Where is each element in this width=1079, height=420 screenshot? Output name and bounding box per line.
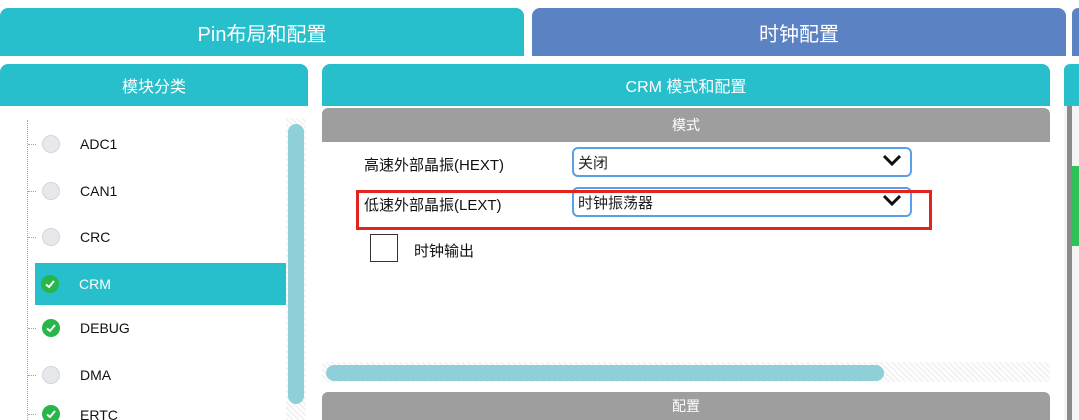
- tree-item-crc[interactable]: CRC: [28, 216, 286, 258]
- clock-output-label: 时钟输出: [414, 243, 475, 260]
- status-inactive-icon: [42, 228, 60, 246]
- hext-select-value: 关闭: [578, 154, 609, 172]
- status-inactive-icon: [42, 135, 60, 153]
- check-icon: [42, 405, 60, 420]
- status-inactive-icon: [42, 182, 60, 200]
- crm-panel-header: CRM 模式和配置: [322, 64, 1050, 106]
- tree-item-label: CRC: [80, 229, 111, 245]
- crm-panel-title: CRM 模式和配置: [625, 79, 747, 96]
- left-scrollbar-thumb[interactable]: [288, 124, 304, 404]
- config-section-title: 配置: [672, 398, 700, 414]
- tree-item-label: ERTC: [80, 407, 118, 420]
- status-inactive-icon: [42, 366, 60, 384]
- tree-item-adc1[interactable]: ADC1: [28, 123, 286, 165]
- check-icon: [41, 275, 59, 293]
- hext-label: 高速外部晶振(HEXT): [364, 157, 504, 174]
- tree-item-label: DEBUG: [80, 320, 130, 336]
- module-category-title: 模块分类: [121, 79, 186, 96]
- tree-connector: [28, 374, 36, 376]
- tree-connector: [28, 143, 36, 145]
- tree-item-label: ADC1: [80, 136, 118, 152]
- tree-item-label: DMA: [80, 367, 112, 383]
- tree-connector: [28, 236, 36, 238]
- tree-item-debug[interactable]: DEBUG: [28, 307, 286, 349]
- tree-item-crm[interactable]: CRM: [35, 263, 286, 305]
- tree-connector: [28, 414, 36, 415]
- tab-pin-layout-label: Pin布局和配置: [197, 23, 327, 46]
- tree-item-label: CAN1: [80, 183, 118, 199]
- tree-item-dma[interactable]: DMA: [28, 354, 286, 396]
- tab-clock-config[interactable]: 时钟配置: [532, 8, 1066, 56]
- tree-connector: [28, 327, 36, 329]
- mode-section-title: 模式: [672, 117, 700, 133]
- check-icon: [42, 319, 60, 337]
- tab-clock-config-label: 时钟配置: [759, 23, 839, 46]
- tree-item-ertc[interactable]: ERTC: [28, 400, 286, 420]
- mode-section-header[interactable]: 模式: [322, 108, 1050, 142]
- tree-item-label: CRM: [79, 276, 111, 292]
- tree-item-can1[interactable]: CAN1: [28, 170, 286, 212]
- horizontal-scrollbar-thumb[interactable]: [326, 365, 884, 381]
- config-section-header[interactable]: 配置: [322, 392, 1050, 420]
- tab-next-clipped[interactable]: [1072, 8, 1079, 56]
- right-panel-green-marker: [1072, 166, 1079, 246]
- chevron-down-icon: [882, 153, 902, 172]
- tree-connector: [28, 190, 36, 192]
- lext-highlight-annotation: [356, 190, 932, 230]
- right-panel-header: [1064, 64, 1079, 106]
- clock-output-checkbox[interactable]: [370, 234, 398, 262]
- right-panel-divider: [1067, 106, 1072, 420]
- module-category-header: 模块分类: [0, 64, 308, 106]
- hext-select[interactable]: 关闭: [572, 147, 912, 177]
- tab-pin-layout[interactable]: Pin布局和配置: [0, 8, 524, 56]
